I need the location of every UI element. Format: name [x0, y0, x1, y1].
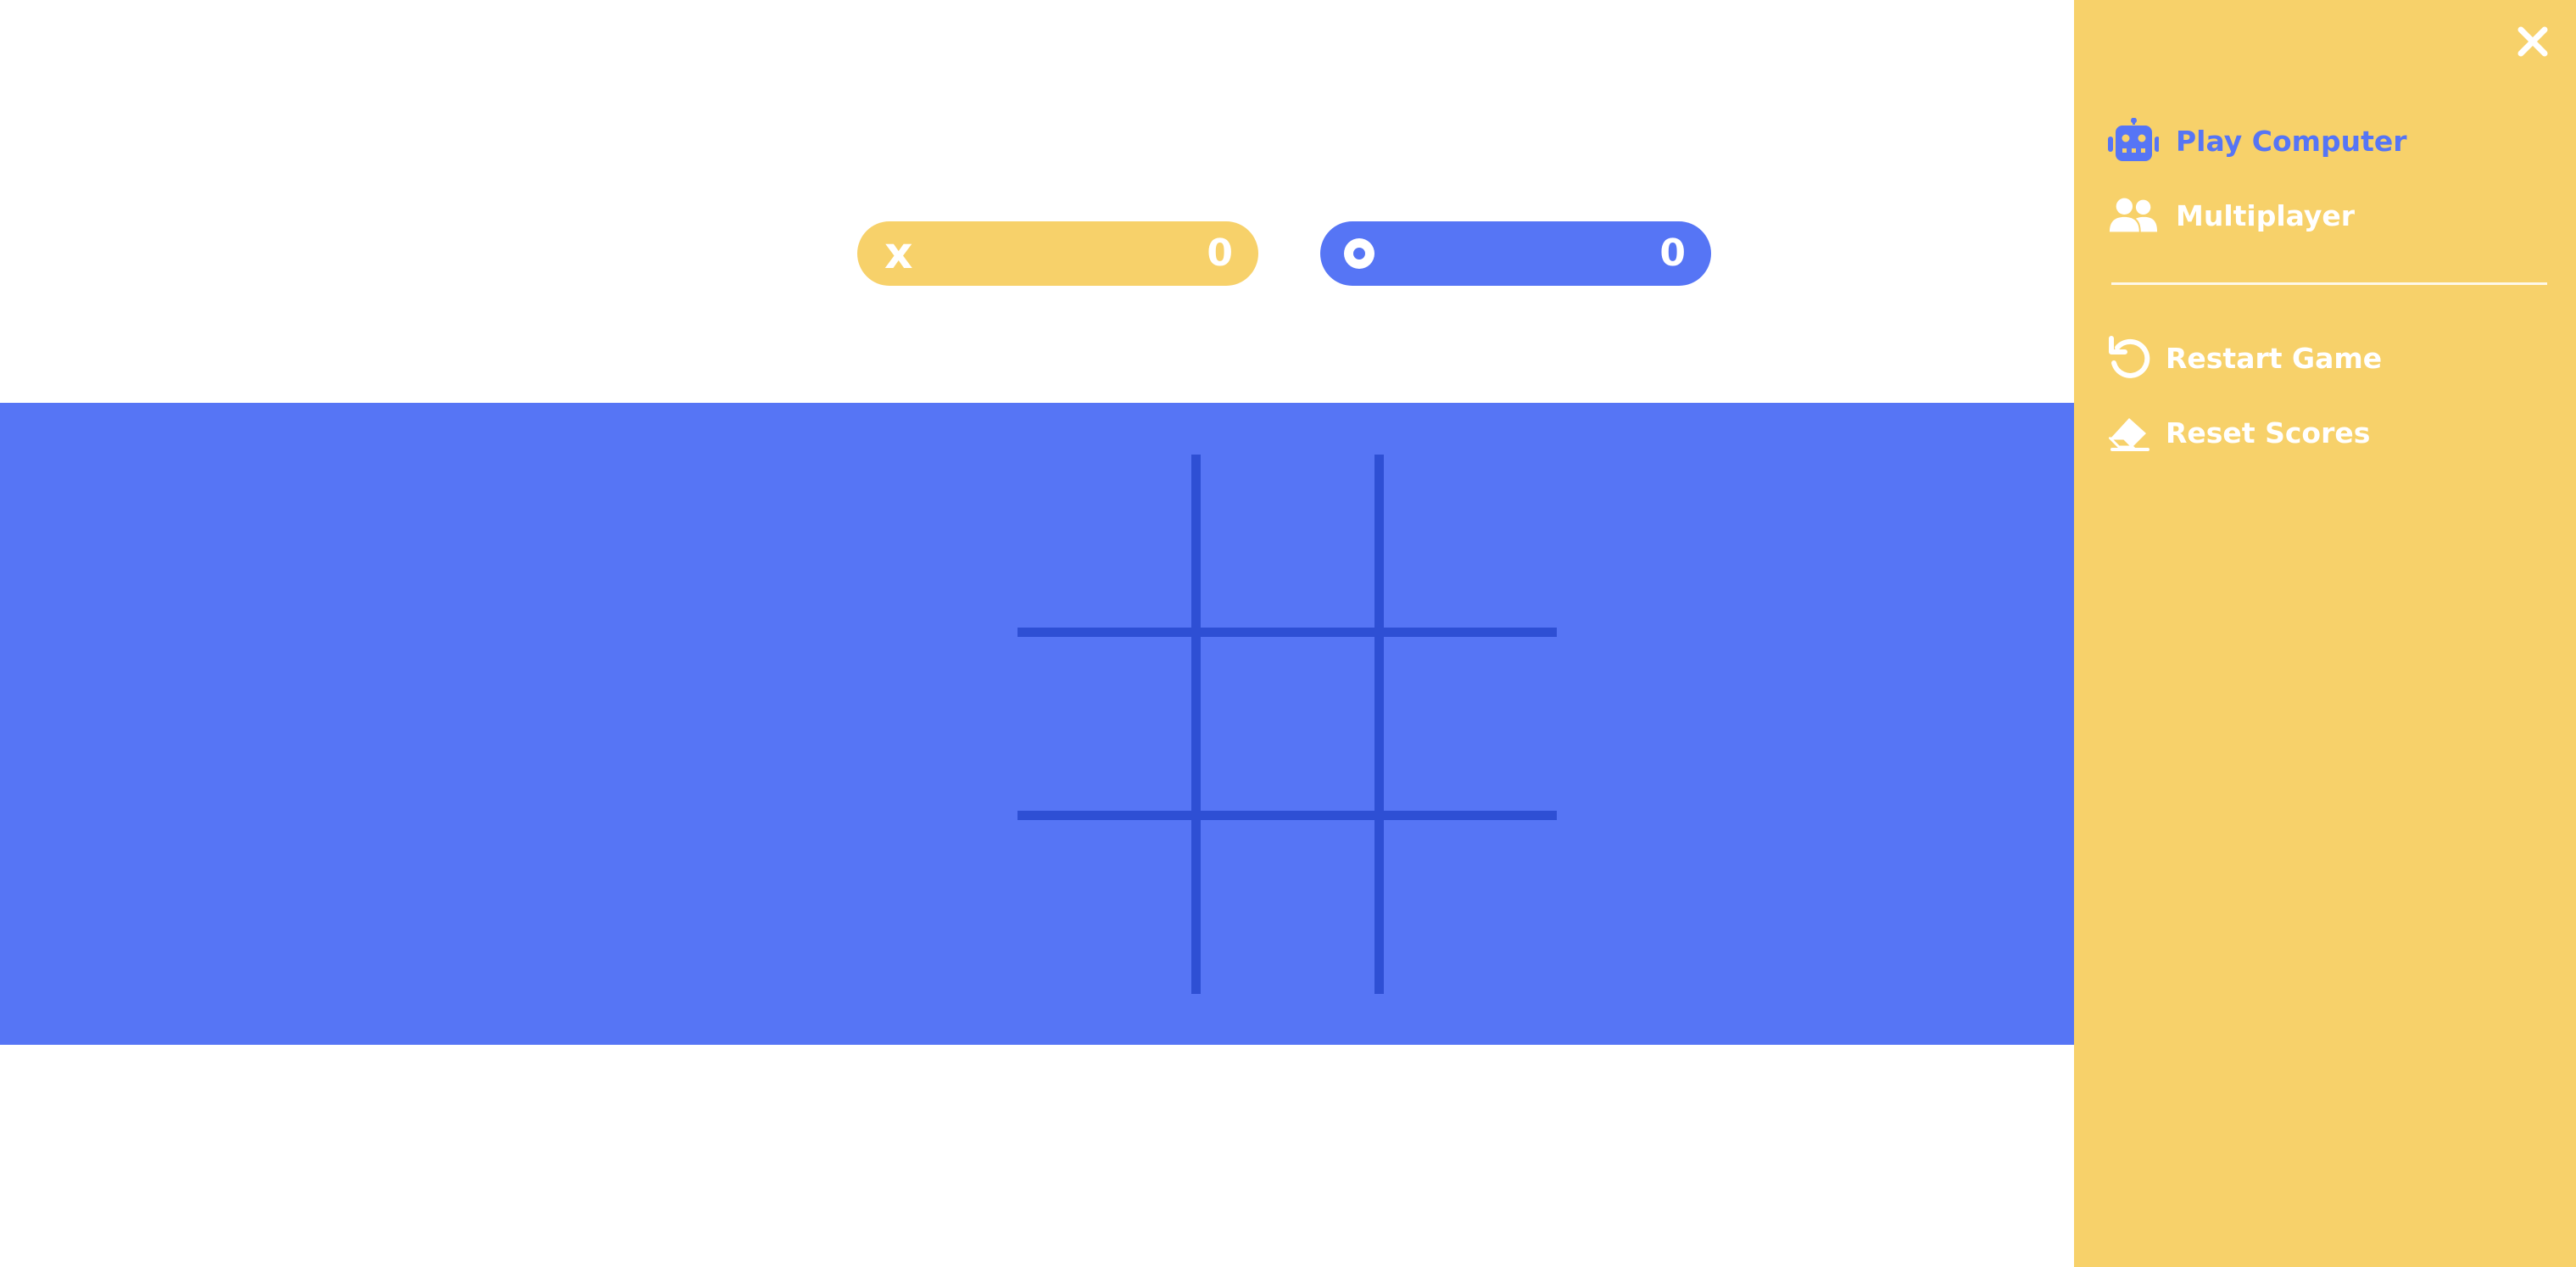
menu-item-multiplayer[interactable]: Multiplayer	[2108, 190, 2355, 241]
menu-divider	[2111, 282, 2547, 285]
menu-item-label: Reset Scores	[2166, 416, 2371, 449]
player-x-score: 0	[1207, 232, 1233, 275]
menu-item-label: Multiplayer	[2176, 198, 2356, 232]
player-x-score-pill: x 0	[857, 221, 1258, 286]
board-cell-3[interactable]	[1384, 455, 1558, 628]
board-cell-8[interactable]	[1201, 820, 1374, 993]
robot-icon	[2108, 115, 2159, 166]
o-mark-icon	[1344, 238, 1374, 269]
board-cell-5[interactable]	[1201, 637, 1374, 810]
board-cell-6[interactable]	[1384, 637, 1558, 810]
eraser-icon	[2108, 407, 2152, 458]
menu-item-restart-game[interactable]: Restart Game	[2108, 332, 2382, 383]
grid-line-vertical-2	[1374, 455, 1384, 994]
board-cell-1[interactable]	[1018, 455, 1191, 628]
grid-line-vertical-1	[1191, 455, 1201, 994]
grid-line-horizontal-2	[1018, 811, 1557, 820]
grid-line-horizontal-1	[1018, 628, 1557, 637]
menu-item-label: Play Computer	[2176, 124, 2407, 158]
menu-item-reset-scores[interactable]: Reset Scores	[2108, 407, 2370, 458]
menu-item-label: Restart Game	[2166, 341, 2383, 375]
side-menu: Play Computer Multiplayer Restart Game R…	[2074, 0, 2576, 1267]
board-cell-9[interactable]	[1384, 820, 1558, 993]
menu-item-play-computer[interactable]: Play Computer	[2108, 115, 2407, 166]
player-o-score: 0	[1659, 232, 1686, 275]
game-board	[1018, 455, 1557, 994]
board-cell-2[interactable]	[1201, 455, 1374, 628]
undo-icon	[2108, 332, 2152, 383]
close-icon	[2517, 26, 2548, 57]
tic-tac-toe-page: x 0 0 Play Computer Multiplayer Restart …	[0, 0, 2576, 1267]
board-cell-4[interactable]	[1018, 637, 1191, 810]
player-o-score-pill: 0	[1320, 221, 1711, 286]
users-icon	[2108, 190, 2159, 241]
close-menu-button[interactable]	[2512, 20, 2554, 63]
board-cell-7[interactable]	[1018, 820, 1191, 993]
x-mark-icon: x	[884, 228, 913, 279]
